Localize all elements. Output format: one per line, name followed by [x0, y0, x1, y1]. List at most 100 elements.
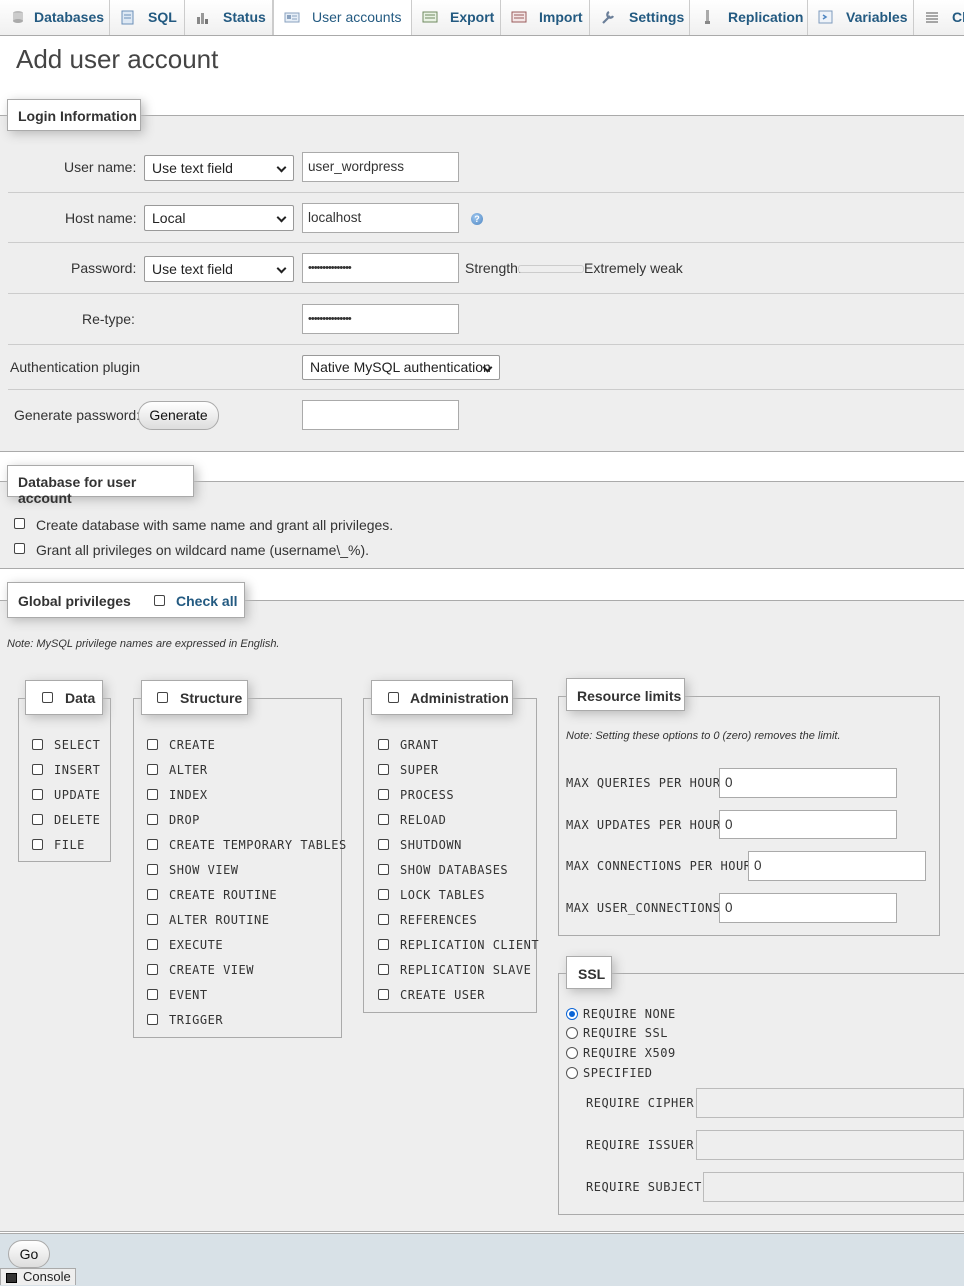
password-mode-select[interactable]: Use text field: [144, 256, 294, 282]
privilege-update-checkbox[interactable]: [32, 789, 43, 800]
privilege-trigger-checkbox[interactable]: [147, 1014, 158, 1025]
ssl-require-x509-radio[interactable]: [566, 1047, 578, 1059]
privilege-shutdown-checkbox[interactable]: [378, 839, 389, 850]
password-input[interactable]: •••••••••••••••: [302, 253, 459, 283]
max-updates-input[interactable]: 0: [719, 810, 897, 839]
privilege-create-routine-label: CREATE ROUTINE: [169, 888, 278, 902]
privilege-grant-checkbox[interactable]: [378, 739, 389, 750]
ssl-require-ssl-radio[interactable]: [566, 1027, 578, 1039]
create-database-checkbox[interactable]: [14, 518, 25, 529]
privilege-create-checkbox[interactable]: [147, 739, 158, 750]
tab-user-accounts[interactable]: User accounts: [273, 0, 412, 35]
privilege-drop-label: DROP: [169, 813, 200, 827]
privilege-create-temporary-tables-checkbox[interactable]: [147, 839, 158, 850]
import-icon: [511, 11, 527, 23]
privilege-update-label: UPDATE: [54, 788, 101, 802]
privileges-note: Note: MySQL privilege names are expresse…: [7, 638, 280, 650]
wrench-icon: [602, 11, 614, 24]
data-check-all-checkbox[interactable]: [42, 692, 53, 703]
privilege-create-view-checkbox[interactable]: [147, 964, 158, 975]
max-queries-label: MAX QUERIES PER HOUR: [566, 776, 721, 790]
privilege-super-checkbox[interactable]: [378, 764, 389, 775]
generate-password-label: Generate password:: [14, 407, 141, 423]
max-connections-input[interactable]: 0: [748, 851, 926, 881]
privilege-delete-checkbox[interactable]: [32, 814, 43, 825]
privilege-create-routine-checkbox[interactable]: [147, 889, 158, 900]
check-all-checkbox[interactable]: [154, 595, 165, 606]
strength-label: Strength:: [465, 260, 522, 276]
privilege-replication-slave-checkbox[interactable]: [378, 964, 389, 975]
username-input[interactable]: user_wordpress: [302, 152, 459, 182]
privilege-insert-checkbox[interactable]: [32, 764, 43, 775]
form-footer: [0, 1233, 964, 1286]
privilege-index-label: INDEX: [169, 788, 208, 802]
privilege-references-checkbox[interactable]: [378, 914, 389, 925]
privilege-lock-tables-checkbox[interactable]: [378, 889, 389, 900]
page-title: Add user account: [16, 44, 219, 74]
administration-check-all-checkbox[interactable]: [388, 692, 399, 703]
privilege-index-checkbox[interactable]: [147, 789, 158, 800]
privilege-drop-checkbox[interactable]: [147, 814, 158, 825]
status-icon: [197, 13, 208, 24]
tab-databases[interactable]: Databases: [0, 0, 110, 35]
require-cipher-label: REQUIRE CIPHER: [586, 1096, 695, 1110]
grant-wildcard-checkbox[interactable]: [14, 543, 25, 554]
privilege-execute-checkbox[interactable]: [147, 939, 158, 950]
go-button[interactable]: Go: [8, 1240, 50, 1268]
username-mode-select[interactable]: Use text field: [144, 155, 294, 181]
ssl-require-x509-label: REQUIRE X509: [583, 1046, 676, 1060]
auth-plugin-select[interactable]: Native MySQL authentication: [302, 355, 500, 380]
privilege-replication-client-checkbox[interactable]: [378, 939, 389, 950]
tab-charsets[interactable]: Ch: [914, 0, 964, 35]
privilege-event-checkbox[interactable]: [147, 989, 158, 1000]
privilege-reload-checkbox[interactable]: [378, 814, 389, 825]
generate-button[interactable]: Generate: [138, 401, 219, 430]
require-issuer-label: REQUIRE ISSUER: [586, 1138, 695, 1152]
require-cipher-input[interactable]: [696, 1088, 964, 1118]
tab-replication[interactable]: Replication: [690, 0, 808, 35]
privilege-alter-checkbox[interactable]: [147, 764, 158, 775]
privilege-show-databases-checkbox[interactable]: [378, 864, 389, 875]
structure-check-all-checkbox[interactable]: [157, 692, 168, 703]
charsets-icon: [926, 12, 938, 23]
privilege-file-checkbox[interactable]: [32, 839, 43, 850]
retype-password-input[interactable]: •••••••••••••••: [302, 304, 459, 334]
privilege-process-checkbox[interactable]: [378, 789, 389, 800]
resource-limits-note: Note: Setting these options to 0 (zero) …: [566, 730, 841, 742]
password-label: Password:: [71, 260, 137, 276]
privilege-create-user-checkbox[interactable]: [378, 989, 389, 1000]
ssl-require-none-radio[interactable]: [566, 1008, 578, 1020]
privilege-select-checkbox[interactable]: [32, 739, 43, 750]
sql-icon: [121, 10, 134, 25]
help-icon[interactable]: ?: [471, 213, 483, 225]
ssl-specified-radio[interactable]: [566, 1067, 578, 1079]
export-icon: [422, 11, 438, 23]
hostname-label: Host name:: [65, 210, 137, 226]
generated-password-input[interactable]: [302, 400, 459, 430]
tab-status[interactable]: Status: [185, 0, 273, 35]
max-queries-input[interactable]: 0: [719, 768, 897, 798]
require-issuer-input[interactable]: [696, 1130, 964, 1160]
tab-import[interactable]: Import: [501, 0, 590, 35]
privilege-alter-routine-checkbox[interactable]: [147, 914, 158, 925]
database-icon: [13, 11, 23, 23]
privilege-show-view-checkbox[interactable]: [147, 864, 158, 875]
hostname-mode-select[interactable]: Local: [144, 205, 294, 231]
max-user-connections-label: MAX USER_CONNECTIONS: [566, 901, 721, 915]
resource-limits-legend: Resource limits: [566, 678, 685, 711]
check-all-label[interactable]: Check all: [176, 593, 237, 609]
tab-export[interactable]: Export: [412, 0, 501, 35]
privilege-super-label: SUPER: [400, 763, 439, 777]
strength-value: Extremely weak: [584, 260, 683, 276]
tab-settings[interactable]: Settings: [590, 0, 690, 35]
tab-variables[interactable]: Variables: [808, 0, 914, 35]
hostname-input[interactable]: localhost: [302, 203, 459, 233]
privilege-insert-label: INSERT: [54, 763, 101, 777]
privilege-replication-slave-label: REPLICATION SLAVE: [400, 963, 532, 977]
privilege-grant-label: GRANT: [400, 738, 439, 752]
max-user-connections-input[interactable]: 0: [719, 893, 897, 923]
privilege-delete-label: DELETE: [54, 813, 101, 827]
tab-sql[interactable]: SQL: [110, 0, 185, 35]
require-subject-input[interactable]: [703, 1172, 964, 1202]
console-bar[interactable]: Console: [0, 1268, 76, 1285]
